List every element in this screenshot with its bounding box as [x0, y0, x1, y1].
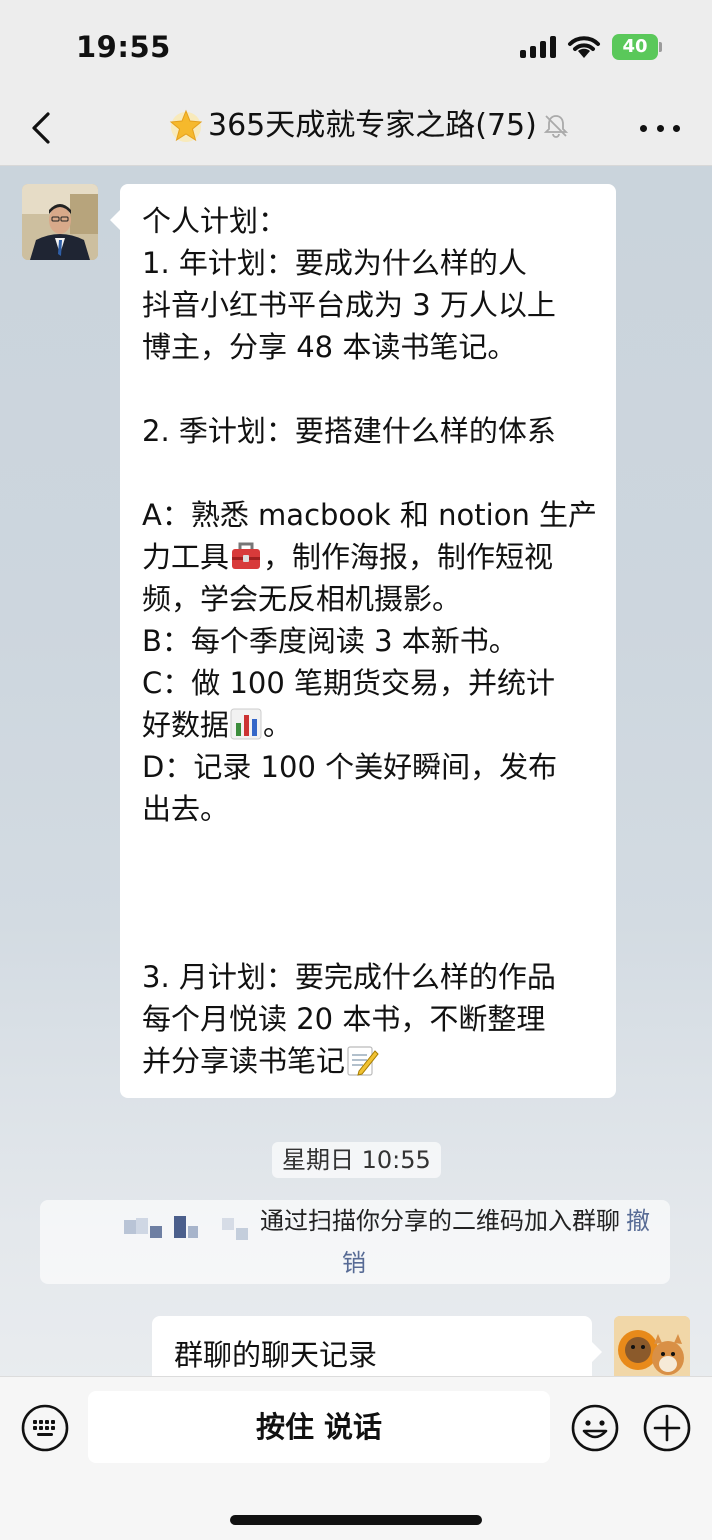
mute-bell-icon	[543, 115, 569, 138]
message-line: 抖音小红书平台成为 3 万人以上	[142, 288, 556, 322]
message-line: 1. 年计划：要成为什么样的人	[142, 246, 527, 280]
undo-link[interactable]: 撤	[626, 1200, 650, 1242]
undo-link-continued[interactable]: 销	[342, 1242, 366, 1284]
battery-level: 40	[612, 34, 658, 60]
message-line: 力工具 ，制作海报，制作短视	[142, 536, 594, 578]
timestamp-pill: 星期日 10:55	[272, 1142, 441, 1178]
plus-icon[interactable]	[642, 1403, 692, 1453]
message-line: 2. 季计划：要搭建什么样的体系	[142, 414, 556, 448]
memo-emoji-icon	[347, 1046, 379, 1076]
blurred-username	[124, 1214, 254, 1242]
message-bubble[interactable]: 个人计划： 1. 年计划：要成为什么样的人 抖音小红书平台成为 3 万人以上 博…	[110, 184, 616, 1098]
my-message-text: 群聊的聊天记录	[174, 1338, 378, 1372]
message-line: 个人计划：	[142, 204, 288, 238]
message-line: 好数据 。	[142, 704, 594, 746]
star-icon	[169, 109, 203, 142]
message-line: 3. 月计划：要完成什么样的作品	[142, 960, 556, 994]
back-button[interactable]	[22, 108, 62, 148]
message-line: 频，学会无反相机摄影。	[142, 582, 462, 616]
signal-icon	[520, 36, 558, 58]
input-bar: 按住 说话	[0, 1376, 712, 1540]
message-line: 博主，分享 48 本读书笔记。	[142, 330, 517, 364]
message-line: D：记录 100 个美好瞬间，发布	[142, 750, 558, 784]
chat-title-text: 365天成就专家之路(75)	[208, 108, 537, 143]
status-time: 19:55	[76, 30, 171, 64]
nav-bar: 365天成就专家之路(75)	[0, 90, 712, 166]
message-line: B：每个季度阅读 3 本新书。	[142, 624, 518, 658]
wifi-icon	[568, 36, 600, 58]
home-indicator[interactable]	[230, 1515, 482, 1525]
message-text: 力工具	[142, 540, 230, 574]
sender-avatar[interactable]	[22, 184, 98, 260]
bar-chart-emoji-icon	[230, 708, 262, 740]
system-message: 通过扫描你分享的二维码加入群聊 撤 销	[40, 1200, 670, 1284]
message-text: 并分享读书笔记	[142, 1044, 346, 1078]
keyboard-icon[interactable]	[20, 1403, 70, 1453]
hold-to-talk-button[interactable]: 按住 说话	[88, 1391, 550, 1463]
message-line: A：熟悉 macbook 和 notion 生产	[142, 498, 598, 532]
message-text: ，制作海报，制作短视	[263, 540, 554, 574]
message-line: 每个月悦读 20 本书，不断整理	[142, 1002, 546, 1036]
message-line: 出去。	[142, 792, 230, 826]
chat-title[interactable]: 365天成就专家之路(75)	[168, 106, 569, 146]
status-bar: 19:55 40	[0, 0, 712, 90]
message-text: 好数据	[142, 708, 230, 742]
message-line: C：做 100 笔期货交易，并统计	[142, 666, 556, 700]
battery-icon: 40	[612, 34, 662, 60]
emoji-icon[interactable]	[570, 1403, 620, 1453]
more-button[interactable]	[640, 118, 680, 138]
message-line: 并分享读书笔记	[142, 1040, 594, 1082]
toolbox-emoji-icon	[232, 542, 261, 569]
system-message-text: 通过扫描你分享的二维码加入群聊	[260, 1207, 620, 1235]
message-text: 。	[263, 708, 293, 742]
